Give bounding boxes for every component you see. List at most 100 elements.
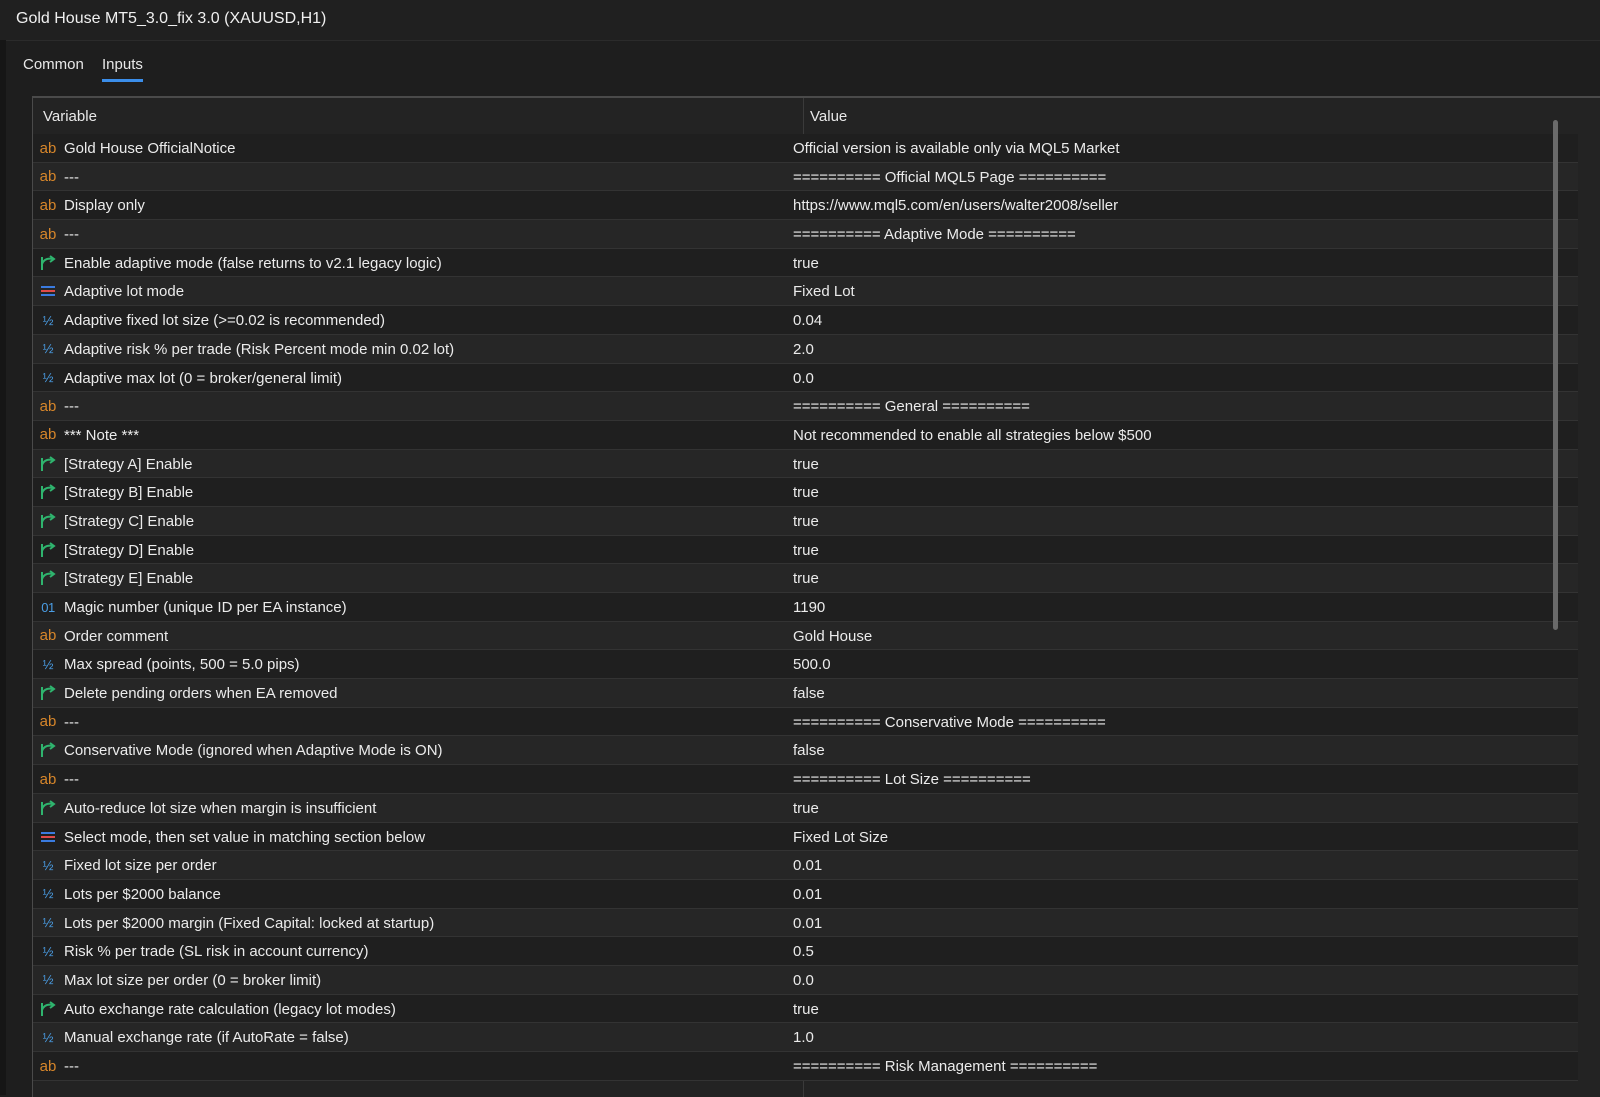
table-row[interactable]: ½ Lots per $2000 margin (Fixed Capital: l… bbox=[33, 908, 1578, 938]
variable-value[interactable]: true bbox=[793, 484, 819, 501]
table-row[interactable]: ½ Adaptive max lot (0 = broker/general li… bbox=[33, 363, 1578, 393]
variable-value[interactable]: Official version is available only via M… bbox=[793, 140, 1120, 157]
variable-value[interactable]: true bbox=[793, 542, 819, 559]
variable-value[interactable]: ========== Conservative Mode ========== bbox=[793, 714, 1106, 731]
double-icon: ½ bbox=[42, 972, 54, 988]
table-row[interactable]: ab --- ========== Adaptive Mode ========== bbox=[33, 220, 1578, 249]
table-row[interactable]: [Strategy B] Enable true bbox=[33, 478, 1578, 507]
table-row[interactable]: ½ Fixed lot size per order 0.01 bbox=[33, 851, 1578, 880]
variable-value[interactable]: 0.5 bbox=[793, 943, 814, 960]
variable-value[interactable]: 2.0 bbox=[793, 341, 814, 358]
bool-icon bbox=[39, 512, 57, 530]
variable-value[interactable]: false bbox=[793, 742, 825, 759]
string-icon: ab bbox=[39, 426, 57, 444]
table-row[interactable]: Auto exchange rate calculation (legacy l… bbox=[33, 994, 1578, 1024]
variable-value[interactable]: Fixed Lot Size bbox=[793, 829, 888, 846]
table-row[interactable]: ½ Max lot size per order (0 = broker limi… bbox=[33, 965, 1578, 995]
variable-value[interactable]: ========== General ========== bbox=[793, 398, 1030, 415]
bool-icon bbox=[39, 1000, 57, 1018]
table-row[interactable]: [Strategy A] Enable true bbox=[33, 449, 1578, 479]
table-row[interactable]: ½ Risk % per trade (SL risk in account cu… bbox=[33, 937, 1578, 966]
variable-name: Adaptive risk % per trade (Risk Percent … bbox=[64, 340, 455, 358]
table-row[interactable]: ½ Adaptive fixed lot size (>=0.02 is reco… bbox=[33, 306, 1578, 335]
variable-name: [Strategy A] Enable bbox=[64, 455, 193, 473]
variable-name: Auto exchange rate calculation (legacy l… bbox=[64, 1000, 396, 1018]
table-row[interactable]: 01 Magic number (unique ID per EA instanc… bbox=[33, 593, 1578, 622]
tab-common[interactable]: Common bbox=[23, 56, 84, 73]
variable-value[interactable]: https://www.mql5.com/en/users/walter2008… bbox=[793, 197, 1118, 214]
bool-icon bbox=[39, 569, 57, 587]
double-icon: ½ bbox=[42, 915, 54, 931]
variable-value[interactable]: 0.01 bbox=[793, 915, 822, 932]
variable-value[interactable]: true bbox=[793, 255, 819, 272]
variable-value[interactable]: 0.01 bbox=[793, 886, 822, 903]
variable-value[interactable]: 0.04 bbox=[793, 312, 822, 329]
variable-name: --- bbox=[64, 1058, 79, 1075]
vertical-scrollbar[interactable] bbox=[1553, 120, 1558, 630]
string-icon: ab bbox=[39, 139, 57, 157]
variable-value[interactable]: ========== Official MQL5 Page ========== bbox=[793, 169, 1106, 186]
variable-value[interactable]: 1.0 bbox=[793, 1029, 814, 1046]
variable-value[interactable]: Gold House bbox=[793, 628, 872, 645]
variable-value[interactable]: Not recommended to enable all strategies… bbox=[793, 427, 1152, 444]
variable-value[interactable]: false bbox=[793, 685, 825, 702]
variable-name: Risk % per trade (SL risk in account cur… bbox=[64, 943, 369, 961]
double-icon: ½ bbox=[42, 312, 54, 328]
column-header-variable[interactable]: Variable bbox=[43, 108, 97, 125]
table-row[interactable]: Auto-reduce lot size when margin is insu… bbox=[33, 793, 1578, 823]
table-row[interactable]: ½ Lots per $2000 balance 0.01 bbox=[33, 879, 1578, 909]
table-row[interactable]: Select mode, then set value in matching … bbox=[33, 822, 1578, 852]
table-row[interactable]: ab Gold House OfficialNotice Official vers… bbox=[33, 134, 1578, 163]
title-bar: Gold House MT5_3.0_fix 3.0 (XAUUSD,H1) bbox=[0, 0, 1600, 41]
grid-rows: ab Gold House OfficialNotice Official vers… bbox=[33, 134, 1578, 1081]
string-icon: ab bbox=[39, 168, 57, 186]
variable-value[interactable]: Fixed Lot bbox=[793, 283, 855, 300]
tab-inputs[interactable]: Inputs bbox=[102, 56, 143, 82]
table-row[interactable]: ab --- ========== Conservative Mode ======… bbox=[33, 707, 1578, 737]
table-row[interactable]: ½ Max spread (points, 500 = 5.0 pips) 500.… bbox=[33, 650, 1578, 680]
table-row[interactable]: Adaptive lot mode Fixed Lot bbox=[33, 277, 1578, 307]
table-row[interactable]: Delete pending orders when EA removed fal… bbox=[33, 679, 1578, 708]
bool-icon bbox=[39, 799, 57, 817]
table-row[interactable]: [Strategy C] Enable true bbox=[33, 506, 1578, 536]
table-row[interactable]: [Strategy E] Enable true bbox=[33, 564, 1578, 593]
variable-name: Manual exchange rate (if AutoRate = fals… bbox=[64, 1029, 349, 1047]
variable-value[interactable]: 500.0 bbox=[793, 656, 831, 673]
variable-value[interactable]: 0.0 bbox=[793, 972, 814, 989]
variable-value[interactable]: true bbox=[793, 1001, 819, 1018]
variable-value[interactable]: 1190 bbox=[793, 599, 825, 616]
variable-name: Max spread (points, 500 = 5.0 pips) bbox=[64, 656, 300, 674]
variable-value[interactable]: ========== Risk Management ========== bbox=[793, 1058, 1097, 1075]
column-header-value[interactable]: Value bbox=[810, 108, 847, 125]
string-icon: ab bbox=[39, 397, 57, 415]
table-row[interactable]: ab Order comment Gold House bbox=[33, 621, 1578, 651]
table-row[interactable]: ab --- ========== Lot Size ========== bbox=[33, 765, 1578, 794]
variable-name: [Strategy D] Enable bbox=[64, 541, 195, 559]
grid-header: Variable Value bbox=[33, 98, 1578, 135]
table-row[interactable]: ab --- ========== Risk Management ========… bbox=[33, 1052, 1578, 1081]
variable-value[interactable]: true bbox=[793, 456, 819, 473]
variable-name: Auto-reduce lot size when margin is insu… bbox=[64, 799, 377, 817]
variable-value[interactable]: true bbox=[793, 513, 819, 530]
double-icon: ½ bbox=[42, 943, 54, 959]
table-row[interactable]: ab --- ========== General ========== bbox=[33, 392, 1578, 421]
bool-icon bbox=[39, 541, 57, 559]
variable-value[interactable]: 0.0 bbox=[793, 370, 814, 387]
table-row[interactable]: Enable adaptive mode (false returns to v… bbox=[33, 248, 1578, 278]
table-row[interactable]: ab Display only https://www.mql5.com/en/us… bbox=[33, 191, 1578, 221]
table-row[interactable]: Conservative Mode (ignored when Adaptive… bbox=[33, 736, 1578, 766]
double-icon: ½ bbox=[42, 857, 54, 873]
table-row[interactable]: ½ Manual exchange rate (if AutoRate = fal… bbox=[33, 1023, 1578, 1052]
table-row[interactable]: ab *** Note *** Not recommended to enable … bbox=[33, 420, 1578, 450]
variable-value[interactable]: 0.01 bbox=[793, 857, 822, 874]
variable-value[interactable]: true bbox=[793, 570, 819, 587]
table-row[interactable]: [Strategy D] Enable true bbox=[33, 535, 1578, 565]
variable-value[interactable]: true bbox=[793, 800, 819, 817]
table-row[interactable]: ab --- ========== Official MQL5 Page =====… bbox=[33, 162, 1578, 192]
variable-name: Max lot size per order (0 = broker limit… bbox=[64, 971, 322, 989]
variable-value[interactable]: ========== Adaptive Mode ========== bbox=[793, 226, 1076, 243]
variable-name: Fixed lot size per order bbox=[64, 857, 217, 875]
table-row[interactable]: ½ Adaptive risk % per trade (Risk Percent… bbox=[33, 334, 1578, 364]
bool-icon bbox=[39, 455, 57, 473]
variable-value[interactable]: ========== Lot Size ========== bbox=[793, 771, 1031, 788]
